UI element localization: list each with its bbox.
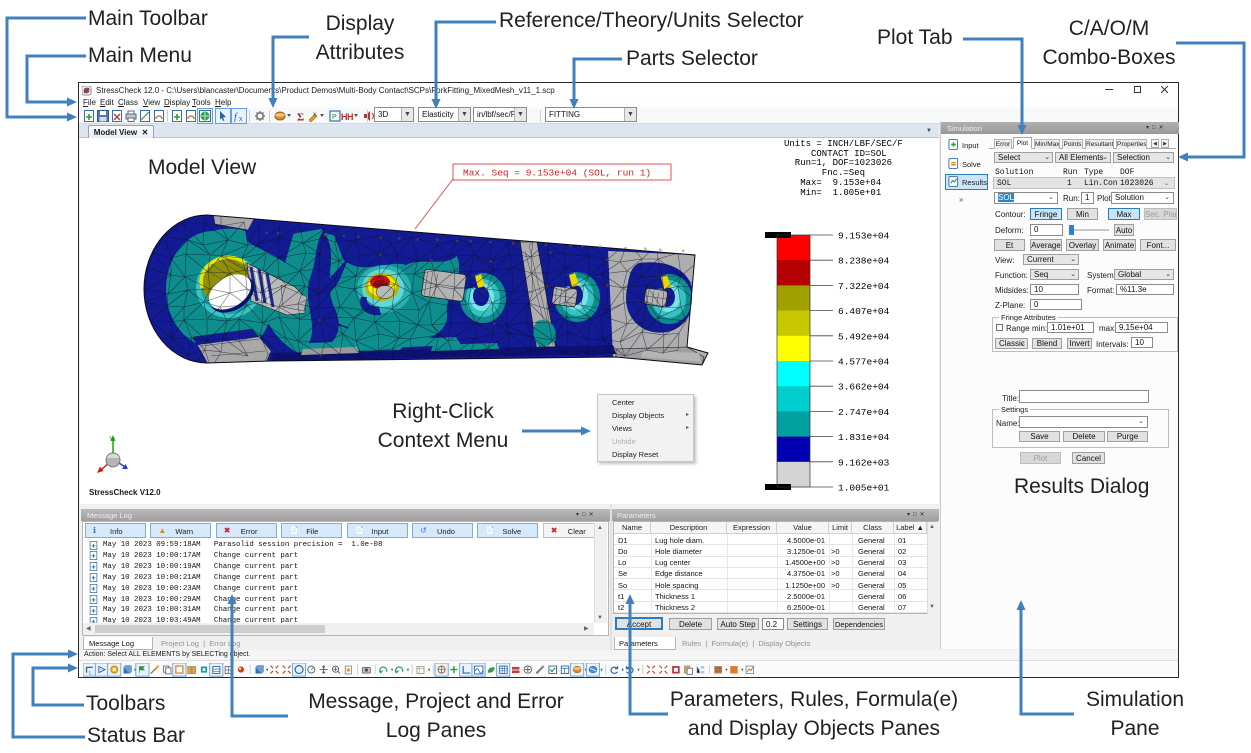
svg-text:x: x (313, 112, 316, 118)
svg-text:5.492e+04: 5.492e+04 (838, 331, 890, 342)
svg-text:3.662e+04: 3.662e+04 (838, 382, 890, 393)
svg-text:8.238e+04: 8.238e+04 (838, 256, 890, 267)
svg-text:9.162e+03: 9.162e+03 (838, 457, 890, 468)
svg-text:2.747e+04: 2.747e+04 (838, 407, 890, 418)
svg-text:P: P (332, 114, 337, 121)
svg-text:Max. Seq = 9.153e+04 (SOL, ru: Max. Seq = 9.153e+04 (SOL, run 1) (463, 168, 651, 179)
svg-text:7.322e+04: 7.322e+04 (838, 281, 890, 292)
svg-text:f: f (234, 112, 238, 122)
svg-text:x: x (239, 116, 243, 122)
svg-text:L: L (89, 670, 92, 676)
svg-text:Σ: Σ (297, 112, 304, 123)
svg-text:H: H (347, 112, 353, 122)
svg-text:9.153e+04: 9.153e+04 (838, 231, 890, 242)
svg-text:6.407e+04: 6.407e+04 (838, 306, 890, 317)
svg-text:Y: Y (109, 436, 114, 443)
svg-text:4.577e+04: 4.577e+04 (838, 357, 890, 368)
svg-text:1.005e+01: 1.005e+01 (838, 483, 890, 494)
svg-text:1.831e+04: 1.831e+04 (838, 432, 890, 443)
